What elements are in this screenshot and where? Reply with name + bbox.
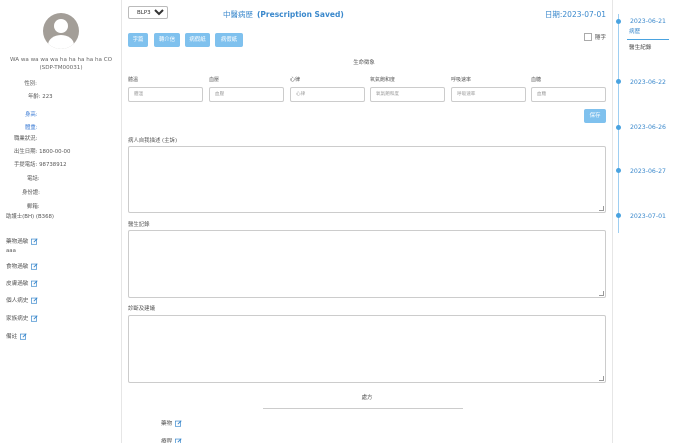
edit-icon[interactable] [20, 332, 27, 340]
vital-input-spo2[interactable]: 氧氣飽和度 [370, 87, 445, 102]
timeline-date-1[interactable]: 2023-06-21 [630, 18, 666, 25]
edit-icon[interactable] [31, 279, 39, 287]
title-cn: 中醫病歷 [223, 10, 253, 19]
patient-name-block: WA wa wa wa wa ha ha ha ha ha CO (SDP-TM… [0, 56, 122, 72]
timeline-date-3[interactable]: 2023-06-26 [630, 124, 666, 131]
timeline-dot [616, 79, 621, 84]
family-history-section: 家族病史 [6, 314, 39, 322]
avatar [43, 13, 79, 49]
timeline-dot [616, 125, 621, 130]
vital-label-rr: 呼吸速率 [451, 77, 472, 83]
diagnosis-label: 診斷及建議 [128, 306, 155, 312]
timeline-date-4[interactable]: 2023-06-27 [630, 168, 666, 175]
vital-input-hr[interactable]: 心律 [290, 87, 365, 102]
vital-input-glucose[interactable]: 血糖 [531, 87, 606, 102]
timeline-dot [616, 19, 621, 24]
timeline-sub-doctor-notes[interactable]: 醫生紀錄 [629, 43, 651, 51]
vital-label-bp: 血壓 [209, 77, 220, 83]
gender-label: 性別: [24, 81, 37, 87]
visit-timeline: 2023-06-21 病歷 醫生紀錄 2023-06-22 2023-06-26… [612, 0, 680, 443]
food-allergy-section: 食物過敏 [6, 262, 39, 270]
hide-label: 隱字 [594, 35, 606, 41]
edit-icon[interactable] [175, 419, 182, 427]
sick-leave-button-2[interactable]: 病假紙 [215, 33, 243, 47]
timeline-date-5[interactable]: 2023-07-01 [630, 213, 666, 220]
form-button[interactable]: 字篇 [128, 33, 148, 47]
patient-id: (SDP-TM00031) [39, 65, 83, 71]
personal-history-section: 個人病史 [6, 296, 39, 304]
height-label[interactable]: 身高: [25, 110, 38, 118]
timeline-dot [616, 168, 621, 173]
timeline-dot [616, 213, 621, 218]
doctor-notes-textarea[interactable] [128, 230, 606, 298]
vital-label-glucose: 血糖 [531, 77, 542, 83]
nurse-label: 助護士(BH) (B368) [6, 214, 55, 220]
birthdate-label: 出生日期: 1800-00-00 [14, 149, 71, 155]
edit-icon[interactable] [175, 437, 182, 443]
vital-label-spo2: 氧氣飽和度 [370, 77, 396, 83]
diagnosis-textarea[interactable] [128, 315, 606, 383]
edit-icon[interactable] [31, 262, 39, 270]
referral-button[interactable]: 轉介信 [154, 33, 180, 47]
vital-input-rr[interactable]: 呼吸速率 [451, 87, 526, 102]
vital-input-bp[interactable]: 血壓 [209, 87, 284, 102]
timeline-line [618, 14, 619, 233]
drug-allergy-value: aaa [6, 248, 16, 254]
sick-leave-button[interactable]: 病假紙 [185, 33, 210, 47]
page-title: 中醫病歷 (Prescription Saved) [223, 9, 344, 20]
id-card-label: 身份證: [22, 190, 40, 196]
vitals-title: 生命徵象 [353, 60, 375, 66]
drug-allergy-section: 藥物過敏 [6, 237, 39, 245]
doctor-notes-label: 醫生記錄 [128, 222, 150, 228]
prescription-title: 處方 [361, 395, 373, 401]
timeline-tab-record[interactable]: 病歷 [627, 26, 669, 40]
age-label: 年齡: 223 [28, 94, 53, 100]
phone-label: 電話: [27, 176, 40, 182]
occupation-label: 職業狀況: [14, 136, 38, 142]
skin-allergy-section: 皮膚過敏 [6, 279, 39, 287]
weight-label[interactable]: 體重: [25, 123, 38, 131]
vital-label-temp: 體溫 [128, 77, 139, 83]
doctor-select[interactable]: BLP37 [128, 6, 168, 19]
complaint-textarea[interactable] [128, 146, 606, 213]
edit-icon[interactable] [31, 237, 39, 245]
edit-icon[interactable] [31, 296, 39, 304]
food-allergy-label: 食物過敏 [6, 264, 29, 270]
remarks-label: 備註 [6, 334, 18, 340]
title-status: (Prescription Saved) [257, 10, 344, 19]
save-button[interactable]: 保存 [584, 109, 606, 123]
drug-allergy-label: 藥物過敏 [6, 239, 29, 245]
email-label: 郵箱: [27, 204, 40, 210]
mobile-label: 手提電話: 98738912 [14, 162, 67, 168]
family-history-label: 家族病史 [6, 316, 29, 322]
hide-toggle[interactable]: 隱字 [583, 33, 606, 41]
rx-medicine: 藥物 [161, 419, 182, 427]
vital-label-hr: 心律 [290, 77, 301, 83]
skin-allergy-label: 皮膚過敏 [6, 281, 29, 287]
rx-course: 療程 [161, 437, 182, 443]
patient-sidebar: WA wa wa wa wa ha ha ha ha ha CO (SDP-TM… [0, 0, 122, 443]
personal-history-label: 個人病史 [6, 298, 29, 304]
vital-input-temp[interactable]: 體溫 [128, 87, 203, 102]
edit-icon[interactable] [31, 314, 39, 322]
complaint-label: 病人自我描述 (主訴) [128, 138, 178, 144]
hide-checkbox[interactable] [583, 33, 592, 41]
record-date: 日期:2023-07-01 [544, 10, 606, 19]
patient-name: WA wa wa wa wa ha ha ha ha ha CO [9, 57, 113, 63]
prescription-divider [263, 408, 463, 409]
remarks-section: 備註 [6, 332, 27, 340]
timeline-date-2[interactable]: 2023-06-22 [630, 79, 666, 86]
rx-medicine-label: 藥物 [161, 421, 173, 427]
main-panel: BLP37 中醫病歷 (Prescription Saved) 日期:2023-0… [123, 0, 611, 443]
rx-course-label: 療程 [161, 439, 173, 443]
